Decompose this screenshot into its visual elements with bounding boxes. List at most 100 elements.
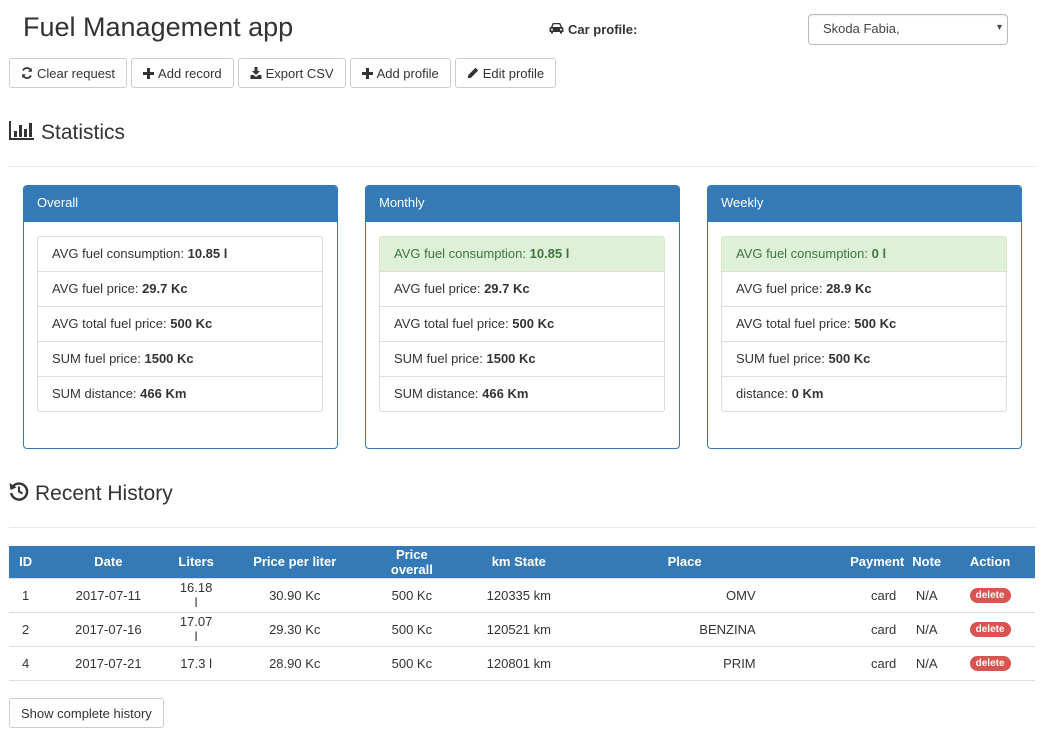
- stat-label: AVG fuel consumption:: [394, 246, 530, 261]
- cell-date: 2017-07-21: [42, 645, 175, 681]
- column-header[interactable]: Place: [585, 546, 784, 578]
- column-header[interactable]: Liters: [174, 546, 218, 578]
- stat-list: AVG fuel consumption: 0 l AVG fuel price…: [721, 236, 1007, 412]
- stat-label: SUM fuel price:: [736, 351, 829, 366]
- edit-profile-label: Edit profile: [482, 65, 545, 81]
- cell-liters: 16.18 l: [174, 577, 218, 613]
- recent-history-heading: Recent History: [9, 481, 173, 507]
- cell-liters: 17.07 l: [174, 611, 218, 647]
- column-header[interactable]: Price per liter: [217, 546, 372, 578]
- clear-request-button[interactable]: Clear request: [9, 58, 128, 88]
- stat-label: AVG fuel consumption:: [736, 246, 872, 261]
- statistics-heading: Statistics: [9, 120, 125, 146]
- stat-item: AVG fuel price: 29.7 Kc: [379, 271, 665, 307]
- stat-item: AVG total fuel price: 500 Kc: [37, 306, 323, 342]
- stat-value: 28.9 Kc: [826, 281, 872, 296]
- stat-item: AVG fuel price: 28.9 Kc: [721, 271, 1007, 307]
- stat-item: AVG fuel consumption: 10.85 l: [37, 236, 323, 272]
- stat-item-highlight: AVG fuel consumption: 0 l: [721, 236, 1007, 272]
- column-header[interactable]: Date: [42, 546, 175, 578]
- history-icon: [9, 481, 29, 507]
- statistics-title: Statistics: [41, 121, 126, 144]
- column-header[interactable]: Action: [945, 546, 1035, 578]
- stat-item: distance: 0 Km: [721, 376, 1007, 412]
- cell-place: OMV: [585, 577, 784, 613]
- cell-id: 1: [9, 577, 43, 613]
- plus-icon: [361, 67, 373, 79]
- cell-km-state: 120801 km: [452, 645, 586, 681]
- stat-value: 500 Kc: [512, 316, 555, 331]
- add-record-label: Add record: [158, 65, 222, 81]
- cell-action: delete: [945, 611, 1035, 647]
- cell-note: N/A: [908, 611, 946, 647]
- car-profile-label: Car profile:: [549, 21, 637, 39]
- column-header[interactable]: Note: [908, 546, 946, 578]
- stat-label: AVG fuel price:: [736, 281, 827, 296]
- stat-value: 466 Km: [140, 386, 187, 401]
- stat-list: AVG fuel consumption: 10.85 l AVG fuel p…: [379, 236, 665, 412]
- edit-profile-button[interactable]: Edit profile: [454, 58, 557, 88]
- stat-item: SUM fuel price: 1500 Kc: [37, 341, 323, 377]
- stat-value: 1500 Kc: [486, 351, 536, 366]
- stat-label: AVG fuel price:: [52, 281, 143, 296]
- column-header[interactable]: km State: [452, 546, 586, 578]
- cell-km-state: 120521 km: [452, 611, 586, 647]
- column-header[interactable]: ID: [9, 546, 43, 578]
- car-profile-label-text: Car profile:: [568, 22, 638, 37]
- pencil-icon: [467, 67, 479, 79]
- column-header[interactable]: Price overall: [371, 546, 453, 578]
- stat-value: 500 Kc: [170, 316, 213, 331]
- divider: [9, 527, 1035, 528]
- panel-overall: Overall AVG fuel consumption: 10.85 l AV…: [23, 185, 338, 449]
- clear-request-label: Clear request: [37, 65, 116, 81]
- car-profile-select[interactable]: Skoda Fabia, ▾: [808, 14, 1008, 45]
- stat-label: distance:: [736, 386, 792, 401]
- panel-heading: Weekly: [708, 186, 1021, 222]
- delete-button[interactable]: delete: [969, 656, 1011, 672]
- stat-value: 10.85 l: [529, 246, 570, 261]
- cell-date: 2017-07-16: [42, 611, 175, 647]
- export-csv-label: Export CSV: [265, 65, 334, 81]
- cell-id: 4: [9, 645, 43, 681]
- stat-item: SUM distance: 466 Km: [379, 376, 665, 412]
- cell-id: 2: [9, 611, 43, 647]
- stat-value: 466 Km: [482, 386, 529, 401]
- stat-value: 0 l: [871, 246, 887, 261]
- cell-price-overall: 500 Kc: [371, 611, 453, 647]
- table-row: 2 2017-07-16 17.07 l 29.30 Kc 500 Kc 120…: [9, 611, 1035, 647]
- show-complete-history-button[interactable]: Show complete history: [9, 698, 164, 728]
- panel-monthly: Monthly AVG fuel consumption: 10.85 l AV…: [365, 185, 680, 449]
- export-csv-button[interactable]: Export CSV: [237, 58, 346, 88]
- cell-payment: card: [783, 577, 909, 613]
- divider: [9, 166, 1035, 167]
- cell-liters: 17.3 l: [174, 645, 218, 681]
- cell-note: N/A: [908, 577, 946, 613]
- stat-label: SUM fuel price:: [52, 351, 145, 366]
- delete-button[interactable]: delete: [969, 588, 1011, 604]
- download-icon: [250, 67, 262, 79]
- car-icon: [549, 21, 564, 39]
- stat-item: AVG fuel price: 29.7 Kc: [37, 271, 323, 307]
- cell-action: delete: [945, 577, 1035, 613]
- cell-action: delete: [945, 645, 1035, 681]
- add-record-button[interactable]: Add record: [131, 58, 234, 88]
- plus-icon: [143, 67, 155, 79]
- table-header-row: ID Date Liters Price per liter Price ove…: [9, 546, 1035, 578]
- recent-history-title: Recent History: [35, 482, 173, 505]
- stat-value: 0 Km: [791, 386, 824, 401]
- stat-value: 29.7 Kc: [142, 281, 188, 296]
- stat-item: SUM fuel price: 1500 Kc: [379, 341, 665, 377]
- refresh-icon: [21, 67, 33, 79]
- stat-value: 29.7 Kc: [484, 281, 530, 296]
- stat-list: AVG fuel consumption: 10.85 l AVG fuel p…: [37, 236, 323, 412]
- delete-button[interactable]: delete: [969, 622, 1011, 638]
- column-header[interactable]: Payment: [783, 546, 909, 578]
- cell-price-overall: 500 Kc: [371, 645, 453, 681]
- app-title: Fuel Management app: [23, 12, 294, 42]
- stat-label: SUM distance:: [394, 386, 483, 401]
- add-profile-button[interactable]: Add profile: [349, 58, 451, 88]
- cell-price-per-liter: 28.90 Kc: [217, 645, 372, 681]
- stat-value: 1500 Kc: [144, 351, 194, 366]
- panel-heading: Monthly: [366, 186, 679, 222]
- cell-payment: card: [783, 645, 909, 681]
